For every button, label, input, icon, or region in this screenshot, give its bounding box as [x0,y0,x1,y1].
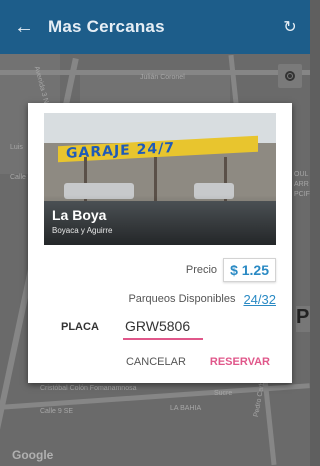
plate-row: PLACA [61,313,261,341]
price-value: $ 1.25 [223,258,276,282]
cancel-button[interactable]: CANCELAR [126,356,186,368]
app-bar: ← Mas Cercanas ↻ [0,0,310,54]
dialog-actions: CANCELAR RESERVAR [126,356,270,368]
street-label: Calle 9 SE [40,408,74,415]
street-label: Calle [10,174,26,181]
map-side-text: OUL [294,171,309,178]
reservation-dialog: GARAJE 24/7 La Boya Boyaca y Aguirre Pre… [28,103,292,383]
map-side-text: PCIF [294,191,310,198]
back-arrow-icon[interactable]: ← [0,0,48,54]
google-logo: Google [12,448,54,462]
parking-marker[interactable]: P [296,306,310,332]
street-label: LA BAHIA [170,405,202,412]
plate-input[interactable] [123,314,203,340]
refresh-icon[interactable]: ↻ [280,17,300,37]
my-location-icon[interactable] [278,64,302,88]
page-title: Mas Cercanas [48,17,165,36]
spots-value[interactable]: 24/32 [243,292,276,307]
spots-row: Parqueos Disponibles 24/32 [44,289,276,309]
reserve-button[interactable]: RESERVAR [210,356,270,368]
garage-photo: GARAJE 24/7 La Boya Boyaca y Aguirre [44,113,276,245]
price-label: Precio [185,264,218,276]
street-label: Luis [10,144,23,151]
map-side-text: ARR [294,181,309,188]
street-label: Sucre [214,390,233,397]
spots-label: Parqueos Disponibles [128,293,236,305]
price-row: Precio $ 1.25 [44,257,276,283]
garage-name: La Boya [52,207,107,223]
garage-address: Boyaca y Aguirre [52,226,113,235]
plate-label: PLACA [61,321,99,333]
street-label: Cristóbal Colón Fomanamnosa [40,385,137,392]
street-label: Julián Coronel [140,74,185,81]
